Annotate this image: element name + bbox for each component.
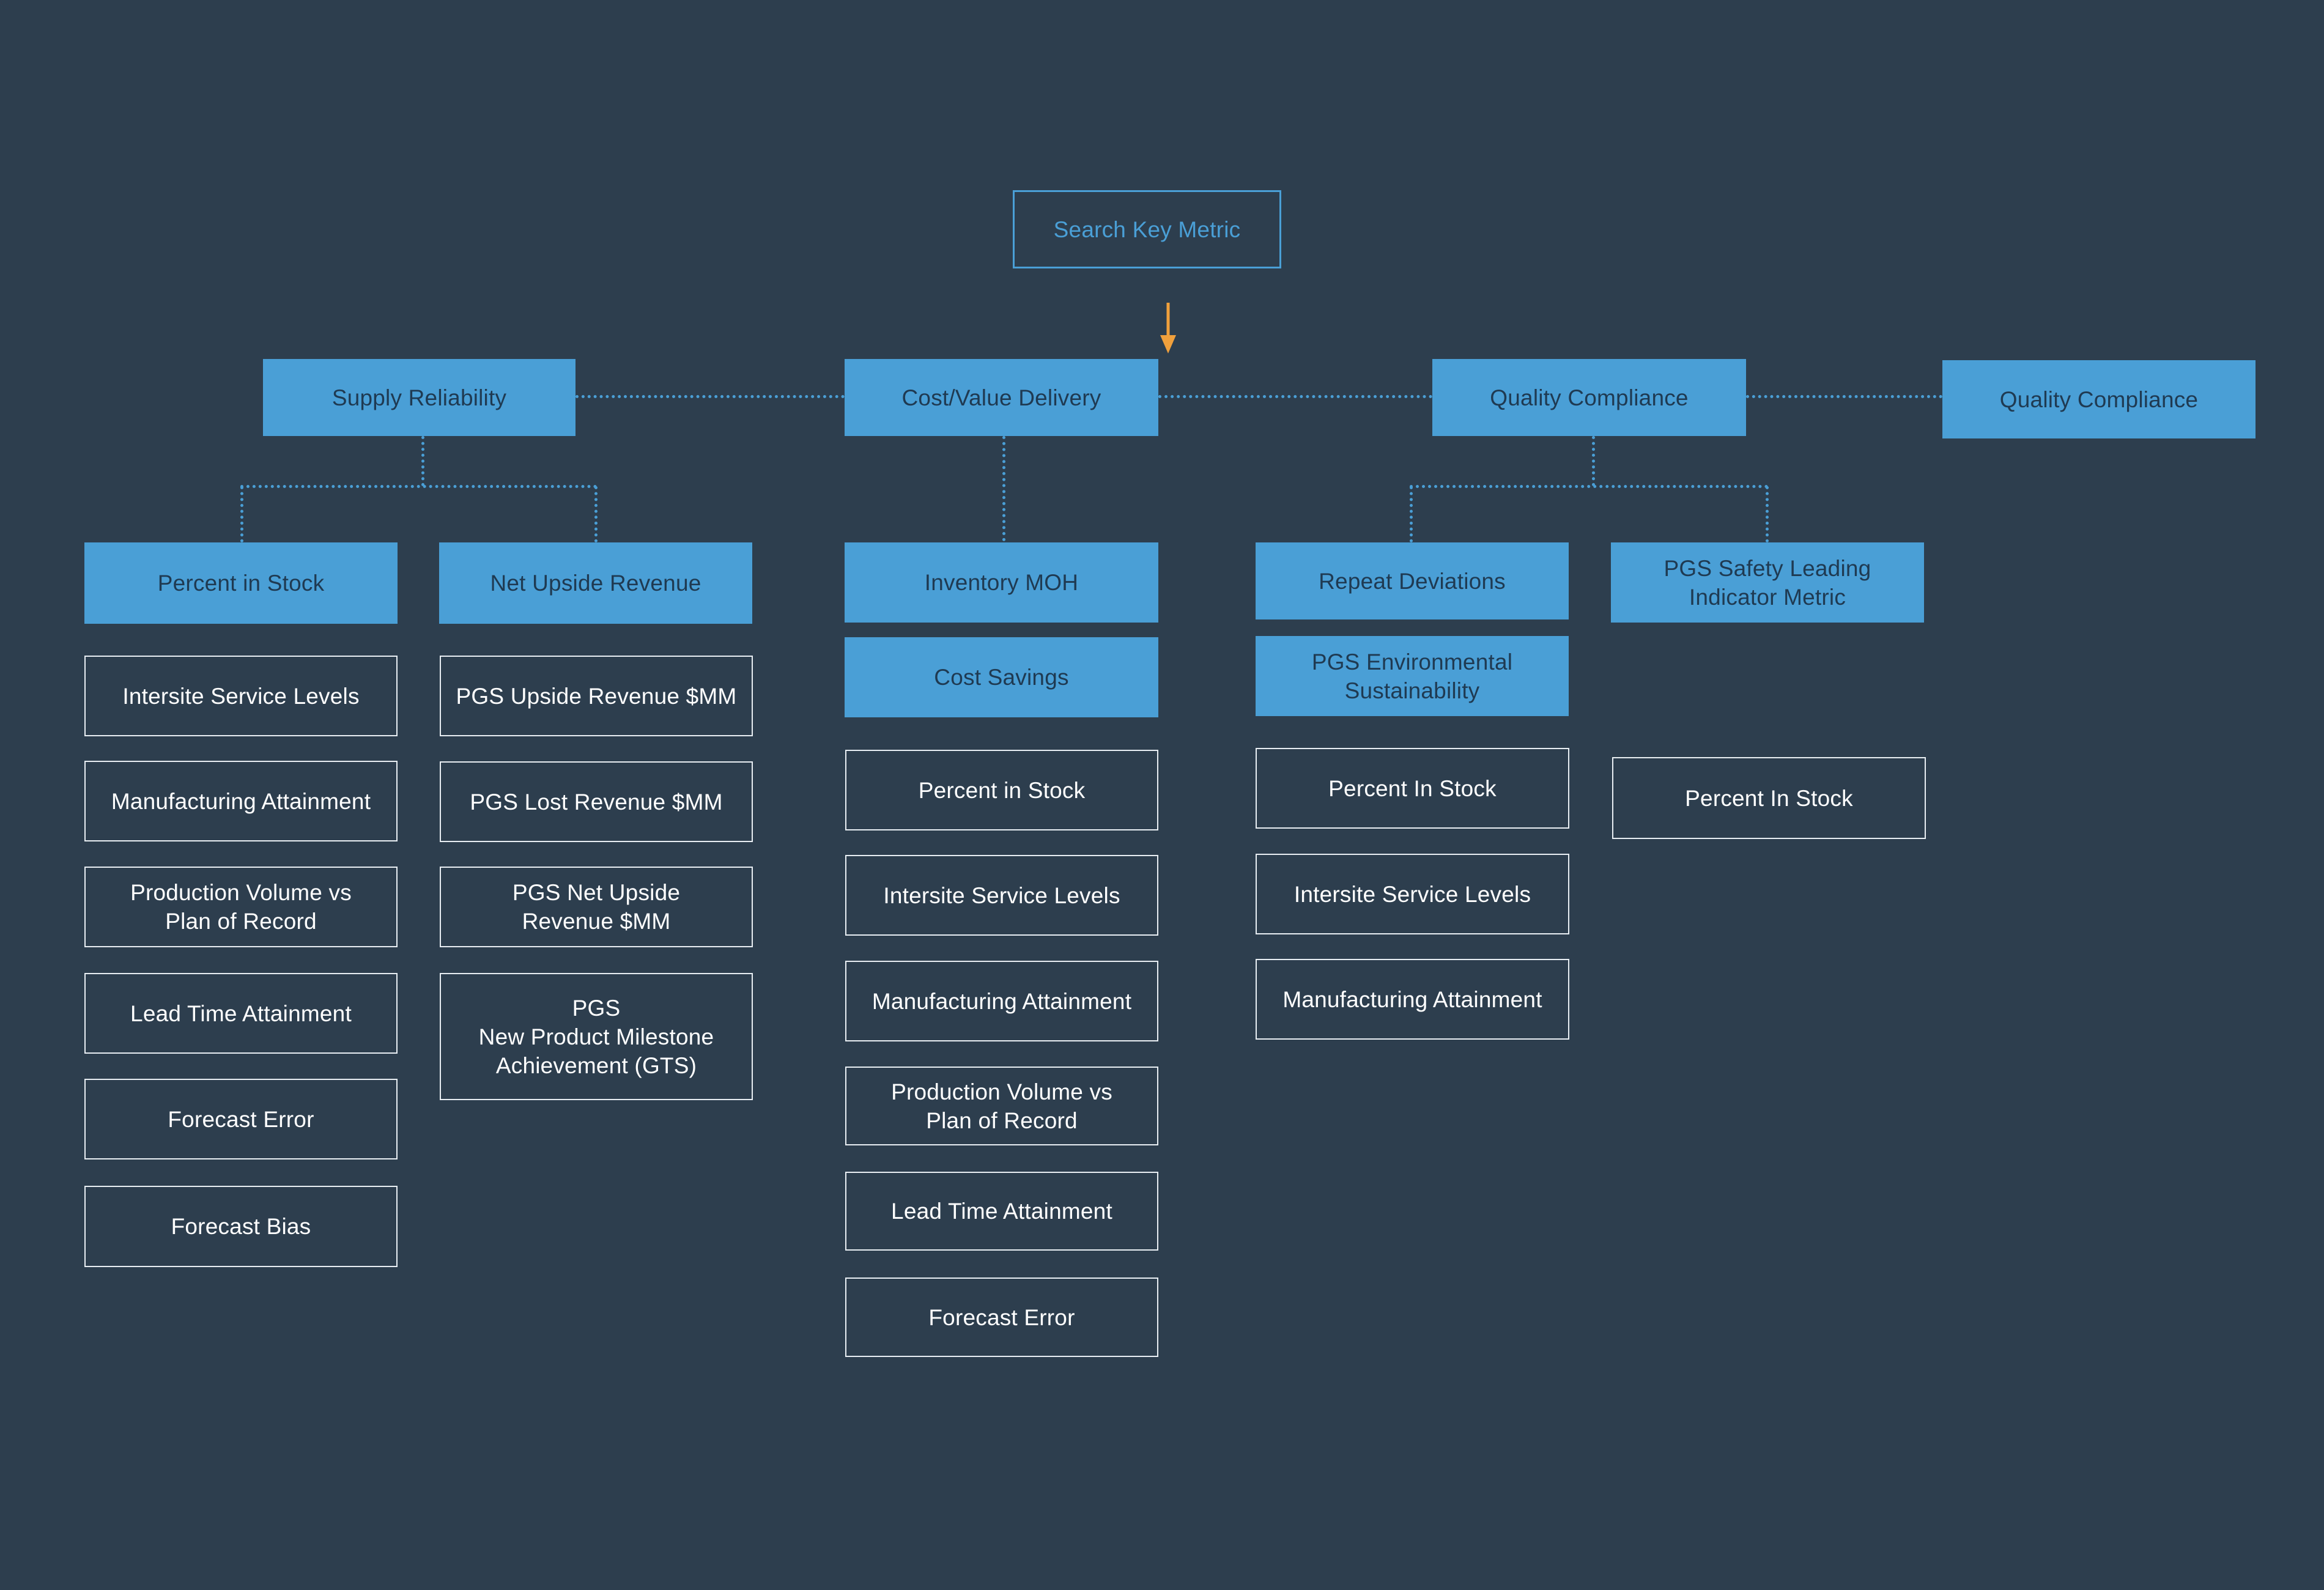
metric-box[interactable]: Forecast Bias	[84, 1186, 398, 1267]
metric-box[interactable]: Percent In Stock	[1256, 748, 1569, 829]
connector-supply-left-drop	[240, 486, 243, 542]
metric-box[interactable]: Lead Time Attainment	[845, 1172, 1158, 1251]
arrow-down-icon	[1160, 303, 1176, 353]
connector-quality-branch	[1410, 485, 1768, 488]
metric-box[interactable]: Percent In Stock	[1612, 757, 1926, 839]
metric-box[interactable]: Manufacturing Attainment	[845, 961, 1158, 1041]
metric-box[interactable]: Production Volume vs Plan of Record	[84, 867, 398, 947]
metric-box[interactable]: Manufacturing Attainment	[84, 761, 398, 841]
metric-box[interactable]: Intersite Service Levels	[845, 855, 1158, 936]
connector-supply-down	[421, 436, 424, 486]
search-key-metric-box[interactable]: Search Key Metric	[1013, 190, 1281, 268]
metric-box[interactable]: PGS Lost Revenue $MM	[440, 761, 753, 842]
metric-tree-diagram: Search Key Metric Supply Reliability Cos…	[0, 0, 2324, 1590]
metric-box[interactable]: Forecast Error	[845, 1278, 1158, 1357]
category-cost-value-delivery[interactable]: Cost/Value Delivery	[845, 359, 1158, 436]
subgroup-cost-savings[interactable]: Cost Savings	[845, 637, 1158, 717]
subgroup-pgs-safety-leading-indicator[interactable]: PGS Safety Leading Indicator Metric	[1611, 542, 1924, 623]
metric-box[interactable]: Lead Time Attainment	[84, 973, 398, 1054]
metric-box[interactable]: Production Volume vs Plan of Record	[845, 1067, 1158, 1145]
metric-box[interactable]: Intersite Service Levels	[1256, 854, 1569, 934]
connector-quality-right-drop	[1766, 486, 1769, 542]
connector-supply-right-drop	[594, 486, 598, 542]
subgroup-percent-in-stock[interactable]: Percent in Stock	[84, 542, 398, 624]
metric-box[interactable]: Forecast Error	[84, 1079, 398, 1159]
subgroup-pgs-environmental-sustainability[interactable]: PGS Environmental Sustainability	[1256, 636, 1569, 716]
metric-box[interactable]: PGS Net Upside Revenue $MM	[440, 867, 753, 947]
connector-quality-left-drop	[1410, 486, 1413, 542]
connector-cost-down	[1002, 436, 1005, 541]
metric-box[interactable]: PGS Upside Revenue $MM	[440, 656, 753, 736]
category-quality-compliance-2[interactable]: Quality Compliance	[1942, 360, 2256, 438]
metric-box[interactable]: PGS New Product Milestone Achievement (G…	[440, 973, 753, 1100]
subgroup-net-upside-revenue[interactable]: Net Upside Revenue	[439, 542, 752, 624]
connector-cost-quality	[1158, 395, 1432, 398]
metric-box[interactable]: Manufacturing Attainment	[1256, 959, 1569, 1040]
connector-supply-branch	[240, 485, 597, 488]
connector-quality-down	[1592, 436, 1595, 486]
metric-box[interactable]: Intersite Service Levels	[84, 656, 398, 736]
subgroup-inventory-moh[interactable]: Inventory MOH	[845, 542, 1158, 623]
category-supply-reliability[interactable]: Supply Reliability	[263, 359, 575, 436]
connector-supply-cost	[575, 395, 845, 398]
connector-quality-quality2	[1746, 395, 1942, 398]
subgroup-repeat-deviations[interactable]: Repeat Deviations	[1256, 542, 1569, 619]
category-quality-compliance[interactable]: Quality Compliance	[1432, 359, 1746, 436]
metric-box[interactable]: Percent in Stock	[845, 750, 1158, 830]
